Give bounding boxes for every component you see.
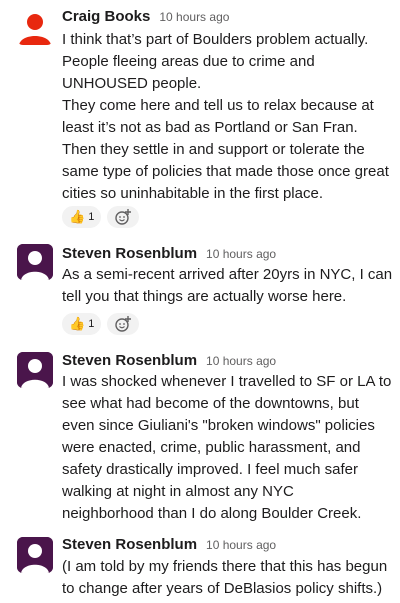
timestamp[interactable]: 10 hours ago — [206, 247, 276, 261]
thumbs-up-icon: 👍 — [69, 316, 86, 331]
avatar[interactable] — [17, 537, 53, 573]
add-emoji-icon — [115, 316, 132, 332]
reaction-thumbs-up[interactable]: 👍 1 — [62, 313, 102, 335]
reaction-bar: 👍 1 — [62, 206, 140, 230]
reaction-thumbs-up[interactable]: 👍 1 — [62, 206, 102, 228]
add-emoji-icon — [115, 209, 132, 225]
timestamp[interactable]: 10 hours ago — [206, 354, 276, 368]
timestamp[interactable]: 10 hours ago — [206, 538, 276, 552]
reaction-count: 1 — [88, 318, 95, 330]
avatar[interactable] — [17, 9, 53, 45]
add-reaction-button[interactable] — [107, 313, 140, 335]
purple-person-icon — [17, 352, 53, 388]
add-reaction-button[interactable] — [107, 206, 140, 228]
message-text: (I am told by my friends there that this… — [62, 558, 388, 597]
thumbs-up-icon: 👍 — [69, 209, 86, 224]
red-person-icon — [17, 9, 53, 45]
purple-person-icon — [17, 244, 53, 280]
message-text: I was shocked whenever I travelled to SF… — [62, 373, 392, 522]
purple-person-icon — [17, 537, 53, 573]
timestamp[interactable]: 10 hours ago — [159, 10, 229, 24]
author-name[interactable]: Steven Rosenblum 10 hours ago — [62, 536, 276, 554]
avatar[interactable] — [17, 352, 53, 388]
reaction-count: 1 — [88, 211, 95, 223]
reaction-bar: 👍 1 — [62, 313, 140, 337]
message-text: As a semi-recent arrived after 20yrs in … — [62, 266, 393, 305]
author-name[interactable]: Steven Rosenblum 10 hours ago — [62, 245, 276, 263]
author-name[interactable]: Craig Books 10 hours ago — [62, 8, 229, 26]
author-name[interactable]: Steven Rosenblum 10 hours ago — [62, 352, 276, 370]
avatar[interactable] — [17, 244, 53, 280]
message-text: I think that’s part of Boulders problem … — [62, 31, 389, 202]
